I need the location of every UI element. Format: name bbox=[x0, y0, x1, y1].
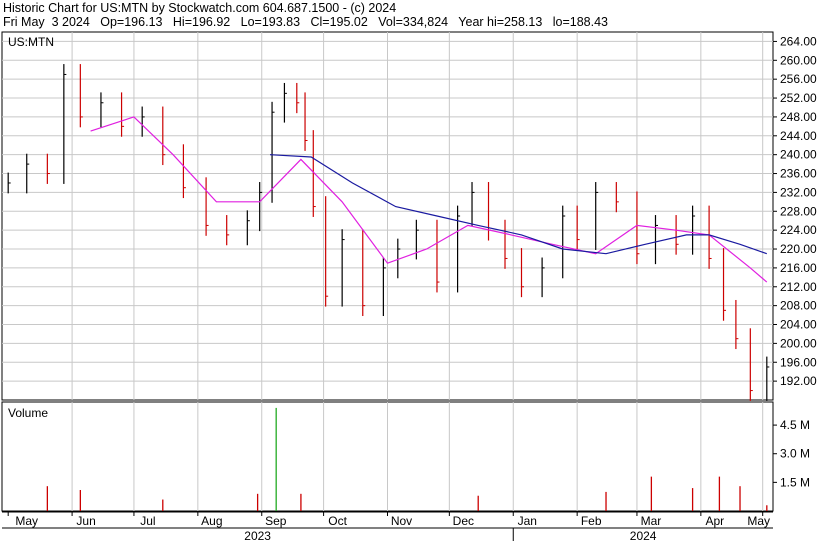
price-tick-label: 228.00 bbox=[780, 204, 817, 218]
volume-tick-label: 3.0 M bbox=[780, 447, 810, 461]
month-label: Sep bbox=[265, 514, 287, 528]
stock-chart-page: Historic Chart for US:MTN by Stockwatch.… bbox=[0, 0, 830, 543]
price-tick-label: 260.00 bbox=[780, 53, 817, 67]
volume-tick-label: 4.5 M bbox=[780, 418, 810, 432]
price-tick-label: 248.00 bbox=[780, 110, 817, 124]
month-label: Oct bbox=[328, 514, 347, 528]
month-label: May bbox=[747, 514, 770, 528]
price-tick-label: 236.00 bbox=[780, 167, 817, 181]
price-tick-label: 192.00 bbox=[780, 374, 817, 388]
month-label: Dec bbox=[453, 514, 474, 528]
price-tick-label: 256.00 bbox=[780, 72, 817, 86]
price-tick-label: 208.00 bbox=[780, 299, 817, 313]
month-label: Jan bbox=[518, 514, 537, 528]
month-label: Nov bbox=[391, 514, 412, 528]
month-label: May bbox=[15, 514, 38, 528]
price-tick-label: 252.00 bbox=[780, 91, 817, 105]
year-label-2024: 2024 bbox=[630, 529, 657, 543]
price-tick-label: 232.00 bbox=[780, 185, 817, 199]
price-tick-label: 264.00 bbox=[780, 34, 817, 48]
month-label: Jul bbox=[140, 514, 155, 528]
price-tick-label: 224.00 bbox=[780, 223, 817, 237]
price-tick-label: 216.00 bbox=[780, 261, 817, 275]
price-tick-label: 212.00 bbox=[780, 280, 817, 294]
price-tick-label: 204.00 bbox=[780, 318, 817, 332]
price-tick-label: 220.00 bbox=[780, 242, 817, 256]
price-tick-label: 196.00 bbox=[780, 355, 817, 369]
month-label: Jun bbox=[76, 514, 95, 528]
price-tick-label: 244.00 bbox=[780, 129, 817, 143]
price-tick-label: 240.00 bbox=[780, 148, 817, 162]
month-label: Aug bbox=[201, 514, 222, 528]
month-label: Apr bbox=[706, 514, 725, 528]
price-volume-chart: 264.00 260.00 256.00 252.00 248.00 244.00 240.… bbox=[1, 31, 817, 543]
month-label: Feb bbox=[581, 514, 602, 528]
price-tick-label: 200.00 bbox=[780, 336, 817, 350]
price-panel-title: US:MTN bbox=[8, 35, 54, 49]
month-label: Mar bbox=[641, 514, 662, 528]
volume-panel-title: Volume bbox=[8, 406, 48, 420]
volume-tick-label: 1.5 M bbox=[780, 475, 810, 489]
year-label-2023: 2023 bbox=[244, 529, 271, 543]
moving-average-short-line bbox=[90, 116, 768, 283]
